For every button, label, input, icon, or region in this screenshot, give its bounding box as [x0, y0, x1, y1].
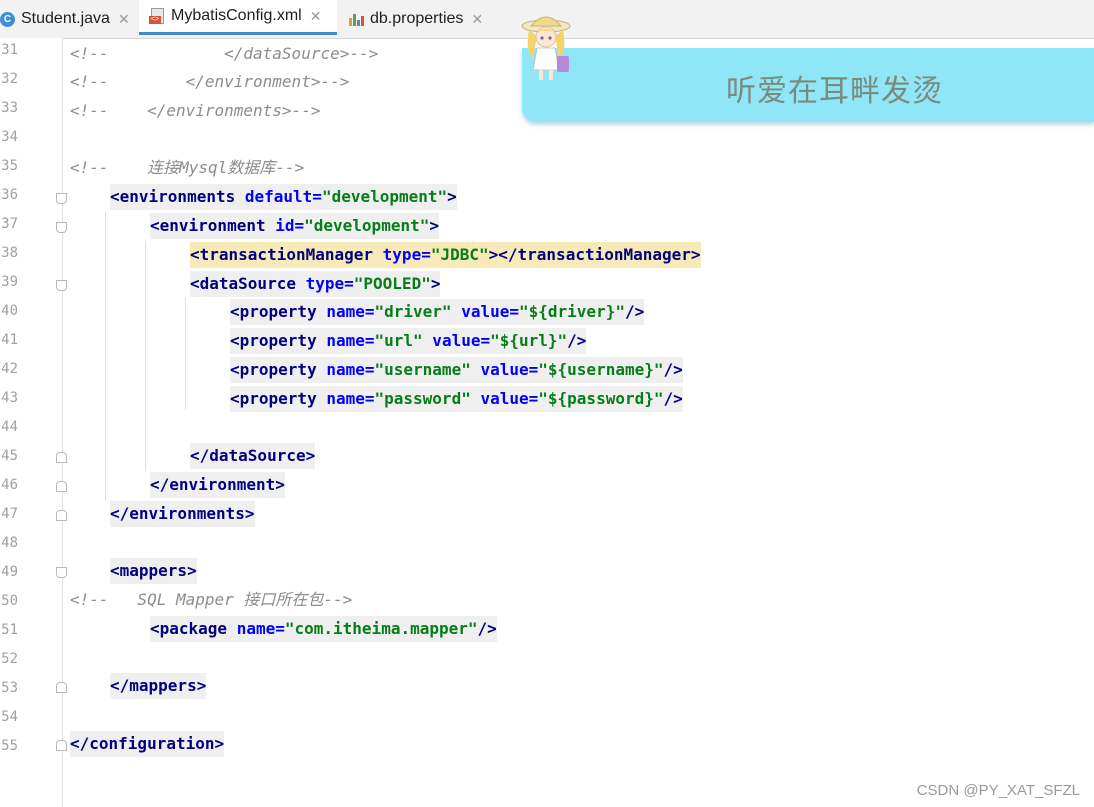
code-line: <dataSource type="POOLED"> [190, 271, 441, 297]
tab-label: MybatisConfig.xml [171, 7, 302, 24]
properties-file-icon [348, 11, 364, 27]
line-number: 32 [1, 71, 18, 87]
close-icon[interactable]: ✕ [471, 11, 483, 28]
indent-guide [185, 298, 186, 410]
code-line: <environment id="development"> [150, 213, 439, 239]
line-number: 44 [1, 419, 18, 435]
code-line: </environment> [150, 472, 285, 498]
code-line: </mappers> [110, 673, 207, 699]
code-line: </dataSource> [190, 443, 316, 469]
line-number: 34 [1, 129, 18, 145]
music-banner: 听爱在耳畔发烫 [522, 48, 1094, 122]
fold-marker-icon[interactable] [56, 193, 67, 204]
line-number: 55 [1, 738, 18, 754]
java-class-icon: C [0, 11, 15, 27]
code-line: <!-- SQL Mapper 接口所在包--> [70, 590, 353, 609]
xml-file-icon: <> [149, 8, 165, 24]
fold-marker-icon[interactable] [56, 452, 67, 463]
line-number: 40 [1, 303, 18, 319]
line-number: 49 [1, 564, 18, 580]
fold-marker-icon[interactable] [56, 222, 67, 233]
tab-mybatisconfig-xml[interactable]: <> MybatisConfig.xml ✕ [139, 0, 337, 35]
code-line: <transactionManager type="JDBC"></transa… [190, 242, 701, 268]
line-number: 37 [1, 216, 18, 232]
line-number: 39 [1, 274, 18, 290]
line-number: 38 [1, 245, 18, 261]
line-number: 35 [1, 158, 18, 174]
line-number-gutter: 31 32 33 34 35 36 37 38 39 40 41 42 43 4… [0, 38, 63, 807]
code-line: <!-- </environments>--> [70, 101, 321, 120]
fold-marker-icon[interactable] [56, 510, 67, 521]
line-number: 41 [1, 332, 18, 348]
line-number: 45 [1, 448, 18, 464]
code-line: <mappers> [110, 558, 197, 584]
line-number: 54 [1, 709, 18, 725]
anime-girl-avatar-icon [521, 16, 571, 80]
banner-text: 听爱在耳畔发烫 [726, 74, 943, 109]
line-number: 48 [1, 535, 18, 551]
code-line: <!-- 连接Mysql数据库--> [70, 158, 305, 177]
indent-guide [105, 212, 106, 500]
line-number: 33 [1, 100, 18, 116]
fold-marker-icon[interactable] [56, 280, 67, 291]
watermark: CSDN @PY_XAT_SFZL [916, 782, 1080, 799]
line-number: 47 [1, 506, 18, 522]
fold-marker-icon[interactable] [56, 740, 67, 751]
line-number: 31 [1, 42, 18, 58]
tab-student-java[interactable]: C Student.java ✕ [0, 0, 137, 38]
tab-label: db.properties [370, 10, 464, 27]
fold-marker-icon[interactable] [56, 481, 67, 492]
line-number: 53 [1, 680, 18, 696]
code-line: <property name="url" value="${url}"/> [230, 328, 587, 354]
code-line: </configuration> [70, 731, 225, 757]
tab-db-properties[interactable]: db.properties ✕ [348, 0, 498, 38]
line-number: 50 [1, 593, 18, 609]
line-number: 51 [1, 622, 18, 638]
close-icon[interactable]: ✕ [118, 11, 130, 28]
line-number: 46 [1, 477, 18, 493]
code-line: <property name="password" value="${passw… [230, 386, 683, 412]
code-line: <package name="com.itheima.mapper"/> [150, 616, 497, 642]
code-line: <!-- </dataSource>--> [70, 44, 379, 63]
code-line: <!-- </environment>--> [70, 72, 350, 91]
line-number: 52 [1, 651, 18, 667]
fold-marker-icon[interactable] [56, 682, 67, 693]
tab-label: Student.java [21, 10, 110, 27]
line-number: 36 [1, 187, 18, 203]
fold-marker-icon[interactable] [56, 567, 67, 578]
line-number: 42 [1, 361, 18, 377]
code-line: <property name="driver" value="${driver}… [230, 299, 645, 325]
code-line: <property name="username" value="${usern… [230, 357, 683, 383]
code-line: </environments> [110, 501, 255, 527]
code-line: <environments default="development"> [110, 184, 457, 210]
indent-guide [145, 241, 146, 471]
line-number: 43 [1, 390, 18, 406]
close-icon[interactable]: ✕ [310, 8, 322, 25]
